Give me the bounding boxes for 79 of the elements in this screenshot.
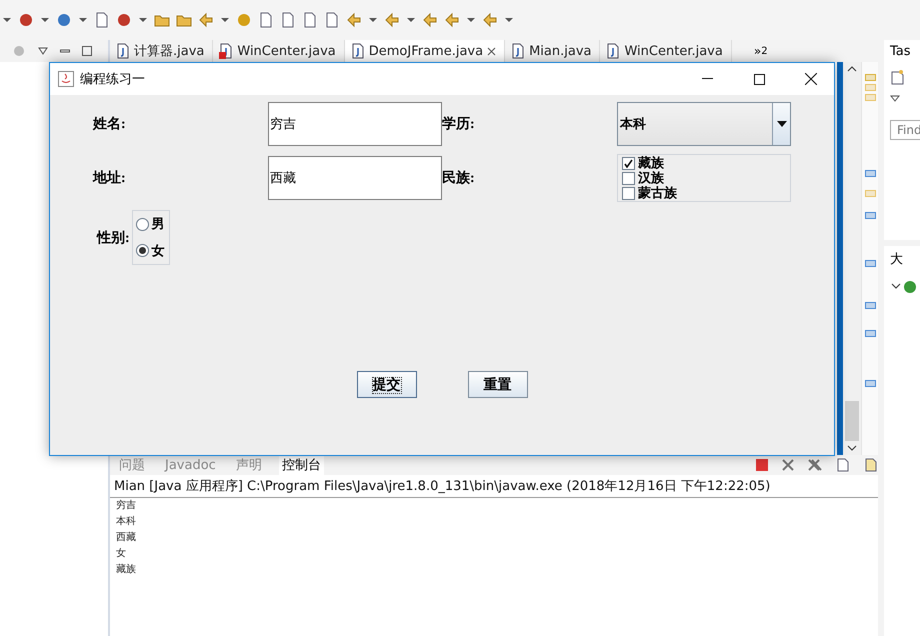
- maximize-icon: [754, 74, 764, 84]
- annotation-marker[interactable]: [865, 94, 876, 101]
- view-title[interactable]: 大: [890, 250, 920, 268]
- java-file-icon: [511, 43, 526, 59]
- remove-icon[interactable]: [782, 459, 794, 471]
- console-tab[interactable]: 控制台: [278, 455, 324, 475]
- field-label: 民族:: [442, 169, 476, 187]
- field-label: 学历:: [442, 115, 476, 133]
- dialog-button[interactable]: 重置: [468, 371, 528, 398]
- scroll-down-icon[interactable]: [847, 445, 857, 451]
- java-file-icon: [606, 43, 620, 59]
- view-title[interactable]: Tas: [890, 44, 920, 59]
- java-icon: [58, 71, 74, 87]
- field-label: 地址:: [93, 169, 127, 187]
- input-field[interactable]: 西藏: [268, 156, 442, 200]
- page-icon[interactable]: [94, 12, 110, 28]
- console-output-line: 女: [115, 547, 127, 561]
- arrow-icon[interactable]: [346, 12, 362, 28]
- arrow-icon[interactable]: [384, 12, 400, 28]
- dropdown[interactable]: 本科: [617, 102, 791, 146]
- console-output-line: 本科: [115, 514, 137, 529]
- radio-label: 男: [152, 215, 165, 234]
- caret-icon: [776, 121, 786, 127]
- field-label: 姓名:: [93, 115, 127, 133]
- radio-button[interactable]: [136, 218, 149, 231]
- console-header: Mian [Java 应用程序] C:\Program Files\Java\jre1.8.0_131\bin\javaw.exe (2018年12月16日 下午12:22:05): [110, 475, 878, 498]
- page-icon[interactable]: [302, 12, 318, 28]
- field-label: 性别:: [97, 229, 130, 246]
- arrow-icon[interactable]: [422, 12, 438, 28]
- maximize-icon[interactable]: [82, 46, 92, 56]
- minimize-icon[interactable]: [60, 47, 70, 55]
- annotation-marker[interactable]: [865, 380, 876, 387]
- arrow-icon[interactable]: [482, 12, 498, 28]
- console-output-line: 穷吉: [115, 498, 137, 513]
- minimize-icon: [702, 78, 712, 80]
- scroll-up-icon[interactable]: [847, 66, 857, 72]
- caret-icon[interactable]: [890, 95, 900, 102]
- radio-label: 女: [152, 242, 165, 260]
- arrow-icon[interactable]: [198, 12, 214, 28]
- close-icon: [805, 73, 817, 85]
- annotation-marker[interactable]: [865, 190, 876, 197]
- annotation-marker[interactable]: [865, 330, 876, 337]
- caret-icon[interactable]: [38, 47, 48, 55]
- checkbox-label: 汉族: [638, 170, 664, 186]
- dropdown-button[interactable]: [772, 103, 790, 145]
- scrollbar-thumb[interactable]: [845, 401, 859, 441]
- checkbox[interactable]: [622, 156, 635, 170]
- java-file-icon: [350, 43, 365, 59]
- circle-icon[interactable]: [116, 12, 132, 28]
- close-icon[interactable]: [487, 46, 496, 56]
- circle-icon[interactable]: [56, 12, 72, 28]
- circle-icon[interactable]: [18, 12, 34, 28]
- page-icon[interactable]: [864, 458, 878, 472]
- console-output-line: 西藏: [115, 530, 137, 545]
- checkbox[interactable]: [622, 172, 635, 184]
- dialog-button[interactable]: 提交: [356, 371, 416, 398]
- java-file-error-icon: [219, 43, 234, 59]
- page-icon[interactable]: [324, 12, 340, 28]
- checkbox-label: 藏族: [638, 154, 664, 171]
- checkbox-label: 蒙古族: [638, 184, 677, 202]
- java-file-icon: [116, 43, 130, 59]
- checkbox[interactable]: [622, 186, 635, 200]
- annotation-marker[interactable]: [865, 74, 876, 81]
- page-icon[interactable]: [258, 12, 274, 28]
- page-icon[interactable]: [836, 458, 850, 472]
- editor-tab[interactable]: DemoJFrame.java: [344, 40, 506, 62]
- radio-button[interactable]: [136, 244, 149, 258]
- annotation-marker[interactable]: [865, 302, 876, 309]
- annotation-marker[interactable]: [865, 212, 876, 219]
- annotation-marker[interactable]: [865, 170, 876, 177]
- annotation-marker[interactable]: [865, 84, 876, 91]
- window-title: 编程练习一: [80, 71, 146, 88]
- remove-all-icon[interactable]: [808, 459, 822, 471]
- console-output-line: 藏族: [115, 562, 137, 577]
- page-icon[interactable]: [280, 12, 296, 28]
- new-task-icon[interactable]: [890, 69, 906, 85]
- input-field[interactable]: 穷吉: [268, 102, 442, 146]
- annotation-marker[interactable]: [865, 260, 876, 267]
- arrow-icon[interactable]: [444, 12, 460, 28]
